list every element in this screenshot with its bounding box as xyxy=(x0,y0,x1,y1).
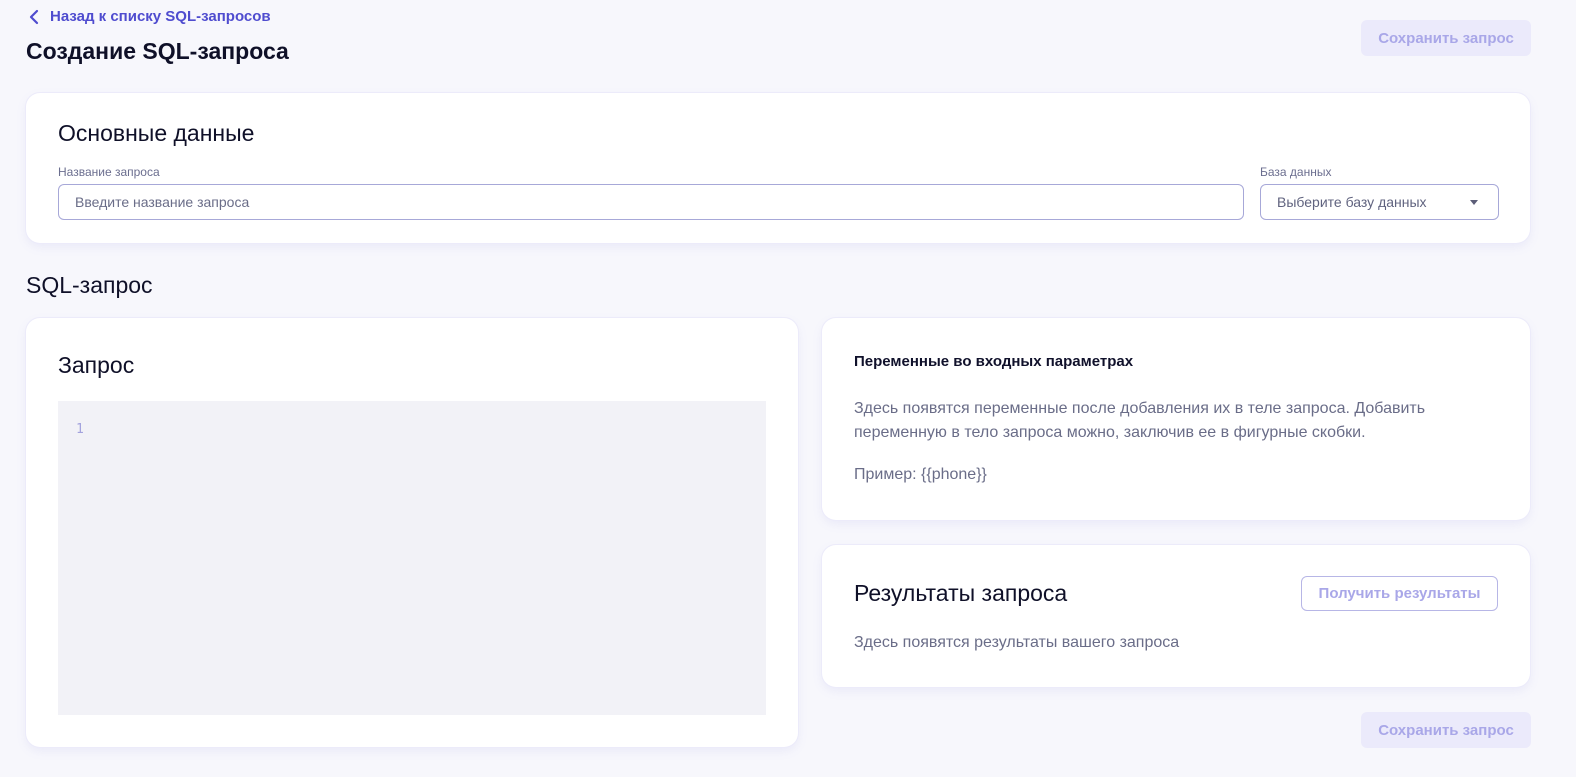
sql-editor[interactable]: 1 xyxy=(58,401,766,715)
variables-description: Здесь появятся переменные после добавлен… xyxy=(854,400,1426,441)
query-name-input[interactable] xyxy=(58,184,1244,220)
chevron-left-icon xyxy=(29,9,39,24)
editor-line-number: 1 xyxy=(76,422,84,437)
save-query-button-bottom[interactable]: Сохранить запрос xyxy=(1361,712,1531,748)
variables-card: Переменные во входных параметрах Здесь п… xyxy=(822,318,1530,520)
results-card: Результаты запроса Получить результаты З… xyxy=(822,545,1530,687)
main-data-card: Основные данные Название запроса База да… xyxy=(26,93,1530,243)
database-label: База данных xyxy=(1260,165,1332,179)
query-name-label: Название запроса xyxy=(58,165,160,179)
database-select-value: Выберите базу данных xyxy=(1277,194,1427,210)
variables-example: Пример: {{phone}} xyxy=(854,466,987,483)
page-title: Создание SQL-запроса xyxy=(26,38,289,64)
caret-down-icon xyxy=(1470,199,1478,205)
main-data-title: Основные данные xyxy=(58,120,255,146)
sql-section-title: SQL-запрос xyxy=(26,272,153,298)
get-results-button[interactable]: Получить результаты xyxy=(1301,576,1498,611)
back-link-label: Назад к списку SQL-запросов xyxy=(50,8,271,25)
database-select[interactable]: Выберите базу данных xyxy=(1260,184,1499,220)
save-query-button-top[interactable]: Сохранить запрос xyxy=(1361,20,1531,56)
variables-title: Переменные во входных параметрах xyxy=(854,353,1134,370)
query-card-title: Запрос xyxy=(58,352,135,378)
query-card: Запрос 1 xyxy=(26,318,798,747)
results-title: Результаты запроса xyxy=(854,580,1068,606)
back-to-list-link[interactable]: Назад к списку SQL-запросов xyxy=(28,8,271,25)
results-description: Здесь появятся результаты вашего запроса xyxy=(854,634,1180,651)
